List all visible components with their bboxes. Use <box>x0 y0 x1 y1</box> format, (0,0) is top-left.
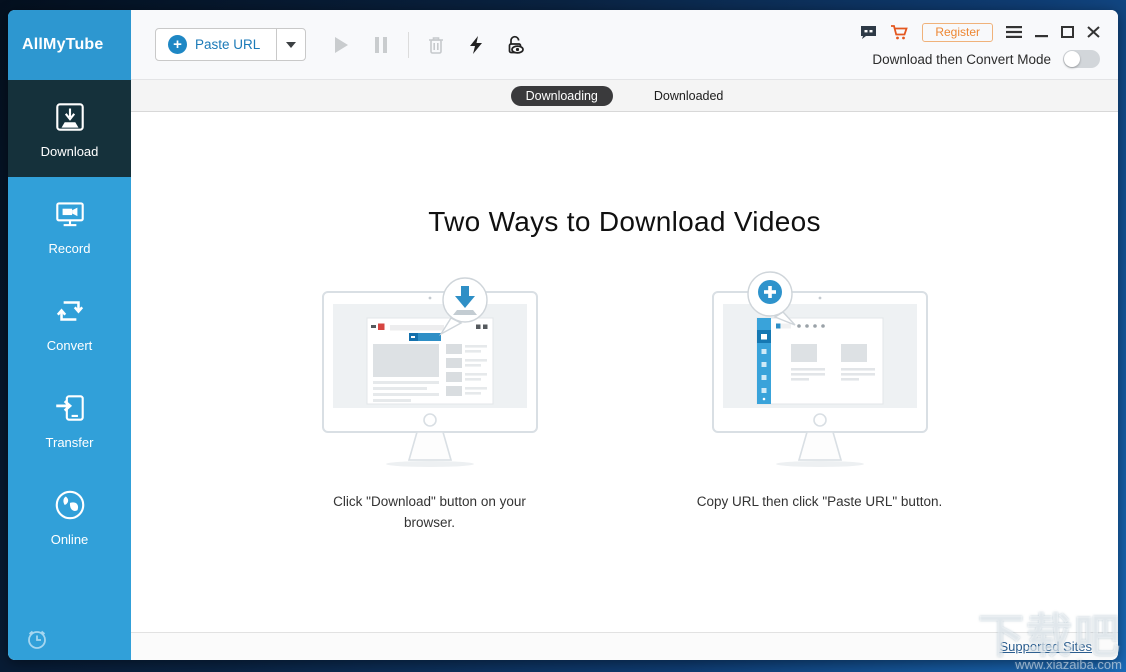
convert-icon <box>52 293 88 329</box>
content-area: Two Ways to Download Videos Click "Downl… <box>131 112 1118 632</box>
scheduler-clock-icon[interactable] <box>24 626 50 652</box>
sidebar-item-label: Convert <box>46 337 93 353</box>
paste-url-dropdown-button[interactable] <box>276 29 305 60</box>
main-column: + Paste URL Register Download then Conve… <box>131 10 1118 660</box>
toggle-knob <box>1064 51 1080 67</box>
toolbar-icons <box>328 31 529 58</box>
sidebar-item-download[interactable]: Download <box>8 80 131 177</box>
supported-sites-link[interactable]: Supported Sites <box>999 639 1092 654</box>
pause-button[interactable] <box>368 32 394 58</box>
method-caption: Copy URL then click "Paste URL" button. <box>696 494 943 509</box>
plus-button-icon <box>757 280 782 304</box>
app-logo: AllMyTube <box>8 10 131 80</box>
toolbar: + Paste URL Register Download then Conve… <box>131 10 1118 80</box>
tab-downloaded[interactable]: Downloaded <box>639 86 739 106</box>
browser-monitor-illustration <box>321 277 538 467</box>
register-button[interactable]: Register <box>922 22 993 42</box>
method-paste-url: Copy URL then click "Paste URL" button. <box>695 262 945 534</box>
private-mode-icon[interactable] <box>503 32 529 58</box>
menu-icon[interactable] <box>1006 23 1022 41</box>
paste-url-split-button: + Paste URL <box>155 28 307 61</box>
sidebar-item-label: Download <box>40 143 99 159</box>
play-button[interactable] <box>328 32 354 58</box>
transfer-icon <box>52 390 88 426</box>
mode-row: Download then Convert Mode <box>872 50 1100 68</box>
download-icon <box>52 99 88 135</box>
sidebar-item-label: Online <box>50 531 89 547</box>
sidebar-item-convert[interactable]: Convert <box>8 274 131 371</box>
footer: Supported Sites <box>131 632 1118 660</box>
mode-toggle-label: Download then Convert Mode <box>872 51 1051 67</box>
sidebar-item-online[interactable]: Online <box>8 468 131 565</box>
tab-strip: Downloading Downloaded <box>131 80 1118 112</box>
lightning-icon[interactable] <box>463 32 489 58</box>
tab-downloading[interactable]: Downloading <box>510 85 613 106</box>
paste-url-button[interactable]: + Paste URL <box>156 29 276 60</box>
chevron-down-icon <box>286 41 297 48</box>
feedback-icon[interactable] <box>860 23 877 41</box>
method-browser: Click "Download" button on your browser. <box>305 262 555 534</box>
sidebar-item-record[interactable]: Record <box>8 177 131 274</box>
window-controls: Register <box>860 22 1100 42</box>
delete-button[interactable] <box>423 32 449 58</box>
paste-url-label: Paste URL <box>195 37 261 52</box>
method-figures: Click "Download" button on your browser. <box>305 262 945 534</box>
app-window: AllMyTube Download Record Convert Transf… <box>8 10 1118 660</box>
toolbar-separator <box>408 31 410 58</box>
record-icon <box>52 196 88 232</box>
app-monitor-illustration <box>711 271 928 467</box>
cart-icon[interactable] <box>890 23 909 41</box>
sidebar-item-label: Record <box>48 240 91 256</box>
maximize-icon[interactable] <box>1061 23 1074 41</box>
sidebar-item-transfer[interactable]: Transfer <box>8 371 131 468</box>
sidebar: AllMyTube Download Record Convert Transf… <box>8 10 131 660</box>
plus-icon: + <box>168 35 187 54</box>
sidebar-item-label: Transfer <box>45 434 94 450</box>
header-right: Register Download then Convert Mode <box>860 21 1100 68</box>
online-icon <box>52 487 88 523</box>
page-title: Two Ways to Download Videos <box>428 206 821 237</box>
method-caption: Click "Download" button on your browser. <box>333 494 526 530</box>
mode-toggle[interactable] <box>1063 50 1100 68</box>
close-icon[interactable] <box>1087 23 1100 41</box>
minimize-icon[interactable] <box>1035 23 1048 41</box>
